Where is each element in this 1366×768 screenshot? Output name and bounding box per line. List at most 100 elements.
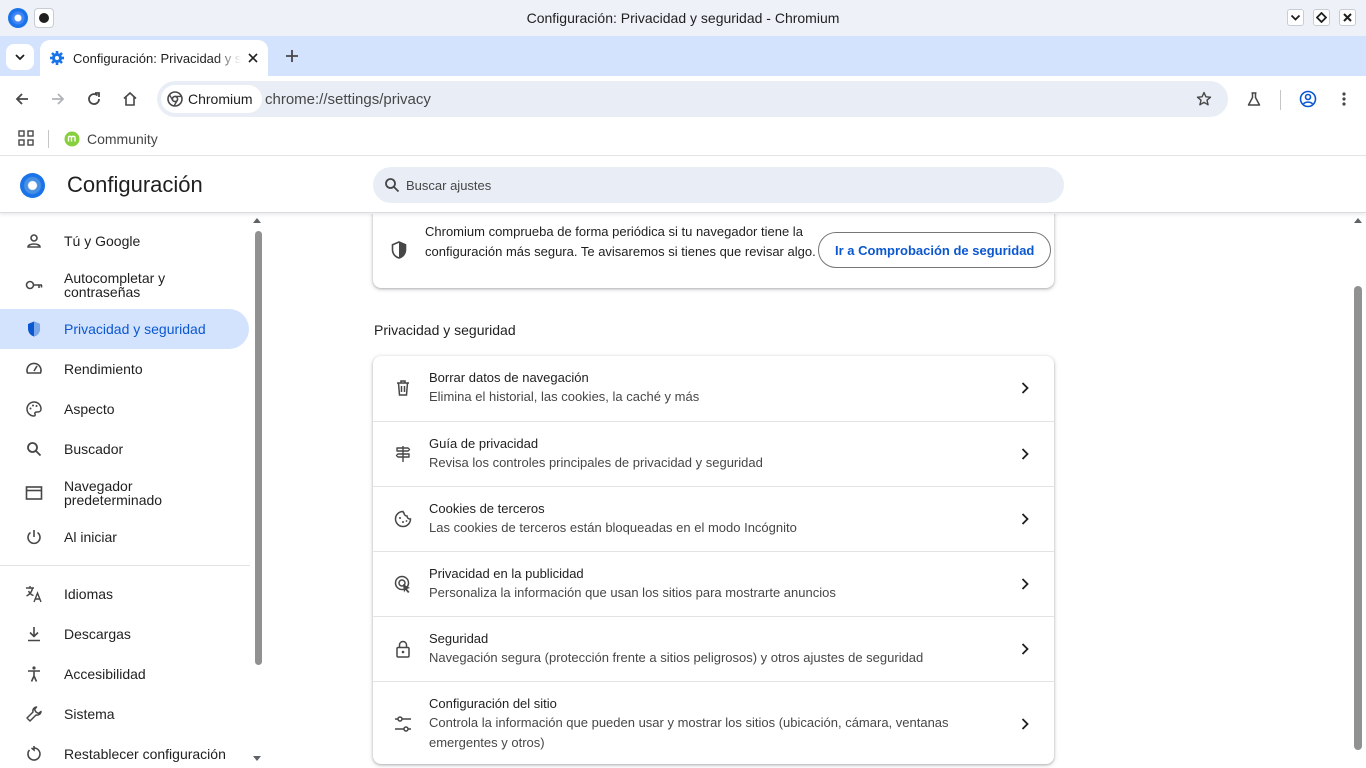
apps-grid-icon[interactable]: [17, 129, 35, 147]
chromium-logo-icon: [20, 173, 45, 198]
row-title: Cookies de terceros: [429, 501, 545, 516]
row-title: Guía de privacidad: [429, 436, 539, 451]
sidebar-item-languages[interactable]: Idiomas: [0, 575, 249, 613]
more-vert-icon: [1342, 92, 1346, 106]
star-icon: [1196, 91, 1212, 106]
reload-button[interactable]: [82, 87, 106, 111]
sidebar-item-appearance[interactable]: Aspecto: [0, 390, 249, 428]
home-button[interactable]: [118, 87, 142, 111]
bookmarks-divider: [48, 130, 49, 148]
sidebar-item-performance[interactable]: Rendimiento: [0, 350, 249, 388]
sidebar-item-downloads[interactable]: Descargas: [0, 615, 249, 653]
sidebar-item-you-and-google[interactable]: Tú y Google: [0, 222, 249, 260]
sidebar-item-reset[interactable]: Restablecer configuración: [0, 735, 249, 768]
scroll-down-arrow-icon[interactable]: [253, 756, 261, 761]
sidebar-item-privacy[interactable]: Privacidad y seguridad: [0, 309, 249, 349]
bookmark-label: Community: [87, 131, 158, 147]
browser-window-icon: [24, 483, 44, 503]
sidebar-item-label: Sistema: [64, 706, 115, 722]
sliders-icon: [395, 716, 411, 732]
settings-search[interactable]: [373, 167, 1064, 203]
sidebar-scroll-thumb[interactable]: [255, 231, 262, 665]
scroll-up-arrow-icon[interactable]: [1354, 218, 1362, 223]
sidebar-item-label: Buscador: [64, 441, 124, 457]
sidebar-item-label: Autocompletar y contraseñas: [64, 270, 166, 300]
window-titlebar: Configuración: Privacidad y seguridad - …: [0, 0, 1366, 36]
speedometer-icon: [24, 359, 44, 379]
diamond-icon: [1316, 12, 1327, 23]
tab-close-button[interactable]: [244, 49, 262, 67]
address-bar[interactable]: Chromium chrome://settings/privacy: [157, 81, 1228, 117]
sidebar-item-autofill[interactable]: Autocompletar y contraseñas: [0, 264, 249, 306]
tab-settings[interactable]: Configuración: Privacidad y seguridad: [40, 40, 268, 76]
arrow-left-icon: [15, 93, 28, 105]
scroll-up-arrow-icon[interactable]: [253, 218, 261, 223]
labs-button[interactable]: [1242, 87, 1266, 111]
tab-search-button[interactable]: [6, 44, 34, 70]
flask-icon: [1247, 92, 1261, 106]
tab-title: Configuración: Privacidad y seguridad: [73, 50, 241, 66]
wrench-icon: [24, 704, 44, 724]
main-menu-button[interactable]: [1332, 87, 1356, 111]
settings-main: Chromium comprueba de forma periódica si…: [265, 214, 1351, 768]
url-text[interactable]: chrome://settings/privacy: [265, 91, 431, 108]
shield-icon: [24, 319, 44, 339]
search-input[interactable]: [406, 167, 1046, 203]
settings-header: Configuración: [0, 157, 1366, 213]
person-icon: [24, 231, 44, 251]
safety-check-card: Chromium comprueba de forma periódica si…: [373, 214, 1054, 288]
sidebar-item-label: Privacidad y seguridad: [64, 321, 206, 337]
community-favicon-icon: [64, 131, 80, 147]
sidebar-item-on-startup[interactable]: Al iniciar: [0, 518, 249, 556]
row-privacy-guide[interactable]: Guía de privacidad Revisa los controles …: [373, 421, 1054, 486]
chevron-down-icon: [1290, 14, 1301, 21]
download-icon: [24, 624, 44, 644]
row-subtitle: Controla la información que pueden usar …: [429, 715, 949, 750]
settings-sidebar: Tú y Google Autocompletar y contraseñas …: [0, 214, 265, 768]
sidebar-item-label: Idiomas: [64, 586, 114, 602]
row-subtitle: Revisa los controles principales de priv…: [429, 455, 763, 470]
new-tab-button[interactable]: [280, 44, 304, 68]
sidebar-divider: [0, 565, 250, 566]
sidebar-item-search-engine[interactable]: Buscador: [0, 430, 249, 468]
forward-button[interactable]: [46, 87, 70, 111]
main-scroll-thumb[interactable]: [1354, 286, 1362, 750]
minimize-button[interactable]: [1287, 9, 1304, 26]
row-subtitle: Las cookies de terceros están bloqueadas…: [429, 520, 797, 535]
window-title: Configuración: Privacidad y seguridad - …: [526, 10, 840, 26]
row-security[interactable]: Seguridad Navegación segura (protección …: [373, 616, 1054, 681]
shield-icon: [391, 241, 407, 259]
palette-icon: [24, 399, 44, 419]
search-icon: [385, 178, 400, 193]
row-site-settings[interactable]: Configuración del sitio Controla la info…: [373, 681, 1054, 764]
close-window-button[interactable]: [1339, 9, 1356, 26]
arrow-right-icon: [52, 93, 65, 105]
signpost-icon: [395, 446, 411, 462]
sidebar-item-label: Navegador predeterminado: [64, 478, 163, 508]
row-title: Seguridad: [429, 631, 489, 646]
chevron-right-icon: [1021, 578, 1029, 590]
trash-icon: [397, 380, 409, 396]
bookmark-star-button[interactable]: [1194, 89, 1214, 109]
row-ad-privacy[interactable]: Privacidad en la publicidad Personaliza …: [373, 551, 1054, 616]
safety-check-button[interactable]: Ir a Comprobación de seguridad: [818, 232, 1052, 268]
chevron-right-icon: [1021, 513, 1029, 525]
row-third-party-cookies[interactable]: Cookies de terceros Las cookies de terce…: [373, 486, 1054, 551]
sidebar-item-default-browser[interactable]: Navegador predeterminado: [0, 472, 249, 514]
row-subtitle: Navegación segura (protección frente a s…: [429, 650, 924, 665]
row-title: Borrar datos de navegación: [429, 370, 589, 385]
reload-icon: [88, 92, 100, 105]
chromium-icon: [167, 91, 183, 107]
key-icon: [24, 275, 44, 295]
account-icon: [1299, 90, 1317, 108]
page-title: Configuración: [67, 172, 203, 197]
back-button[interactable]: [10, 87, 34, 111]
profile-button[interactable]: [1296, 87, 1320, 111]
maximize-button[interactable]: [1313, 9, 1330, 26]
sidebar-item-system[interactable]: Sistema: [0, 695, 249, 733]
cookie-icon: [394, 510, 412, 528]
bookmark-community[interactable]: Community: [64, 128, 158, 150]
site-info-chip[interactable]: Chromium: [161, 85, 262, 113]
row-clear-browsing-data[interactable]: Borrar datos de navegación Elimina el hi…: [373, 356, 1054, 421]
sidebar-item-accessibility[interactable]: Accesibilidad: [0, 655, 249, 693]
